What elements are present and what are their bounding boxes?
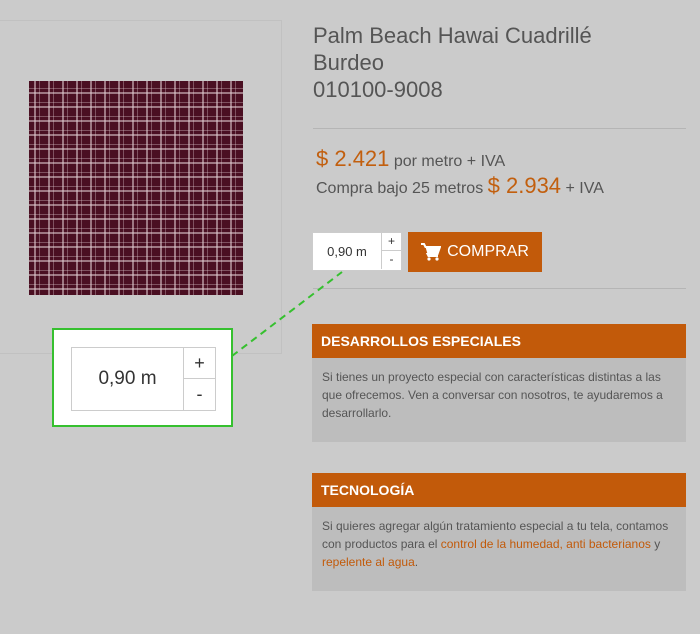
- zoom-increment-button: +: [183, 348, 215, 379]
- divider: [313, 288, 686, 289]
- special-developments-panel: DESARROLLOS ESPECIALES Si tienes un proy…: [312, 324, 686, 442]
- price-main-suffix: por metro + IVA: [393, 153, 506, 170]
- zoom-decrement-button: -: [183, 379, 215, 410]
- price-alt: $ 2.934: [487, 173, 562, 198]
- special-developments-text: Si tienes un proyecto especial con carac…: [322, 370, 663, 420]
- water-repellent-link[interactable]: repelente al agua: [322, 555, 415, 569]
- cart-icon: [421, 243, 442, 261]
- technology-text-mid: y: [650, 537, 661, 551]
- price-alt-suffix: + IVA: [565, 180, 604, 197]
- product-title: Palm Beach Hawai Cuadrillé Burdeo 010100…: [313, 22, 693, 103]
- technology-title: TECNOLOGÍA: [312, 473, 686, 507]
- buy-button[interactable]: COMPRAR: [408, 232, 542, 272]
- product-sku: 010100-9008: [313, 77, 443, 102]
- price-alt-prefix: Compra bajo 25 metros: [316, 180, 484, 197]
- zoom-quantity-value: 0,90 m: [98, 368, 157, 389]
- product-title-line1: Palm Beach Hawai Cuadrillé: [313, 23, 592, 48]
- special-developments-title: DESARROLLOS ESPECIALES: [312, 324, 686, 358]
- price-alt-row: Compra bajo 25 metros $ 2.934 + IVA: [316, 173, 604, 199]
- product-title-line2: Burdeo: [313, 50, 384, 75]
- product-image[interactable]: [29, 81, 243, 295]
- price-main-row: $ 2.421 por metro + IVA: [316, 146, 505, 172]
- quantity-stepper: + -: [312, 232, 402, 271]
- divider: [313, 128, 686, 129]
- quantity-zoom-callout: 0,90 m + -: [52, 328, 233, 427]
- buy-button-label: COMPRAR: [447, 243, 529, 260]
- humidity-antibacterial-link[interactable]: control de la humedad, anti bacterianos: [441, 537, 651, 551]
- quantity-decrement-button[interactable]: -: [381, 251, 401, 269]
- price-main: $ 2.421: [316, 146, 390, 171]
- technology-panel: TECNOLOGÍA Si quieres agregar algún trat…: [312, 473, 686, 591]
- zoom-quantity-stepper: 0,90 m + -: [71, 347, 216, 411]
- quantity-input[interactable]: [313, 233, 381, 270]
- quantity-increment-button[interactable]: +: [381, 233, 401, 251]
- technology-text: Si quieres agregar algún tratamiento esp…: [312, 507, 686, 571]
- technology-text-end: .: [414, 555, 419, 569]
